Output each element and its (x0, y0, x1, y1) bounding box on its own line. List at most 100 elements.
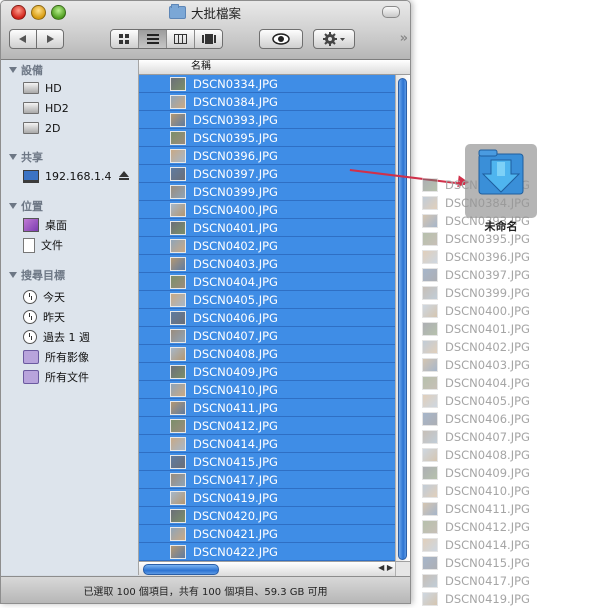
file-row[interactable]: DSCN0421.JPG (139, 525, 395, 543)
name-column-header[interactable]: 名稱 (139, 60, 410, 75)
sidebar-item-all-documents[interactable]: 所有文件 (23, 368, 135, 386)
dragged-file-row: DSCN0412.JPG (420, 518, 590, 536)
file-name: DSCN0399.JPG (193, 184, 278, 199)
sidebar-section-shared[interactable]: 共享 (9, 149, 43, 165)
file-row[interactable]: DSCN0408.JPG (139, 345, 395, 363)
file-row[interactable]: DSCN0400.JPG (139, 201, 395, 219)
column-view-button[interactable] (167, 30, 195, 48)
sidebar-item-label: 今天 (43, 291, 65, 304)
file-row[interactable]: DSCN0393.JPG (139, 111, 395, 129)
coverflow-view-button[interactable] (195, 30, 222, 48)
sidebar-item-2d[interactable]: 2D (23, 119, 135, 137)
sidebar-item-yesterday[interactable]: 昨天 (23, 308, 135, 326)
file-name: DSCN0415.JPG (193, 454, 278, 469)
dragged-file-row: DSCN0407.JPG (420, 428, 590, 446)
section-title: 位置 (21, 200, 43, 213)
drag-ghost-list: DSCN0334.JPGDSCN0384.JPGDSCN0393.JPGDSCN… (420, 176, 590, 608)
file-row[interactable]: DSCN0404.JPG (139, 273, 395, 291)
image-thumbnail-icon (422, 520, 438, 534)
file-row[interactable]: DSCN0422.JPG (139, 543, 395, 561)
dragged-file-row: DSCN0415.JPG (420, 554, 590, 572)
toolbar-toggle-button[interactable] (382, 6, 400, 18)
drop-target-folder[interactable]: 未命名 (465, 144, 537, 233)
quick-look-button[interactable] (259, 29, 303, 49)
file-row[interactable]: DSCN0405.JPG (139, 291, 395, 309)
eject-icon[interactable] (119, 171, 129, 180)
sidebar-item-desktop[interactable]: 桌面 (23, 216, 135, 234)
horizontal-scrollbar[interactable]: ◀ ▶ (139, 561, 410, 576)
zoom-window-button[interactable] (51, 5, 66, 20)
image-thumbnail-icon (422, 592, 438, 606)
icon-view-button[interactable] (111, 30, 139, 48)
file-row[interactable]: DSCN0411.JPG (139, 399, 395, 417)
file-row[interactable]: DSCN0415.JPG (139, 453, 395, 471)
forward-button[interactable] (36, 29, 64, 49)
file-row[interactable]: DSCN0414.JPG (139, 435, 395, 453)
file-row[interactable]: DSCN0395.JPG (139, 129, 395, 147)
sidebar-section-devices[interactable]: 設備 (9, 62, 43, 78)
image-thumbnail-icon (422, 304, 438, 318)
file-row[interactable]: DSCN0334.JPG (139, 75, 395, 93)
file-row[interactable]: DSCN0384.JPG (139, 93, 395, 111)
file-row[interactable]: DSCN0410.JPG (139, 381, 395, 399)
dragged-file-name: DSCN0403.JPG (445, 358, 530, 372)
image-thumbnail-icon (422, 448, 438, 462)
eye-icon (272, 33, 290, 45)
sidebar-item-hd2[interactable]: HD2 (23, 99, 135, 117)
vertical-scroll-thumb[interactable] (398, 78, 407, 560)
back-button[interactable] (9, 29, 37, 49)
file-row[interactable]: DSCN0396.JPG (139, 147, 395, 165)
file-row[interactable]: DSCN0401.JPG (139, 219, 395, 237)
file-row[interactable]: DSCN0402.JPG (139, 237, 395, 255)
sidebar-item-today[interactable]: 今天 (23, 288, 135, 306)
image-thumbnail-icon (170, 112, 186, 127)
image-thumbnail-icon (170, 274, 186, 289)
file-row[interactable]: DSCN0417.JPG (139, 471, 395, 489)
list-view-button[interactable] (139, 30, 167, 48)
disk-icon (23, 122, 39, 134)
image-thumbnail-icon (170, 472, 186, 487)
scroll-arrows[interactable]: ◀ ▶ (378, 563, 393, 572)
sidebar-item-server[interactable]: 192.168.1.4 (23, 167, 135, 185)
column-header-label: 名稱 (191, 61, 211, 72)
resize-grip[interactable] (395, 562, 410, 576)
file-name: DSCN0414.JPG (193, 436, 278, 451)
smart-folder-icon (23, 370, 39, 384)
file-row[interactable]: DSCN0397.JPG (139, 165, 395, 183)
file-name: DSCN0400.JPG (193, 202, 278, 217)
file-row[interactable]: DSCN0406.JPG (139, 309, 395, 327)
file-name: DSCN0409.JPG (193, 364, 278, 379)
file-list: 名稱 DSCN0334.JPG DSCN0384.JPG DSCN0393.JPG D… (139, 60, 410, 561)
file-row[interactable]: DSCN0403.JPG (139, 255, 395, 273)
document-icon (23, 237, 35, 253)
image-thumbnail-icon (170, 418, 186, 433)
toolbar-overflow-button[interactable]: » (400, 31, 409, 46)
image-thumbnail-icon (170, 436, 186, 451)
window-title-text: 大批檔案 (191, 5, 242, 21)
sidebar-item-hd[interactable]: HD (23, 79, 135, 97)
file-row[interactable]: DSCN0412.JPG (139, 417, 395, 435)
file-row[interactable]: DSCN0407.JPG (139, 327, 395, 345)
sidebar-item-all-images[interactable]: 所有影像 (23, 348, 135, 366)
file-row[interactable]: DSCN0419.JPG (139, 489, 395, 507)
file-row[interactable]: DSCN0420.JPG (139, 507, 395, 525)
file-row[interactable]: DSCN0409.JPG (139, 363, 395, 381)
file-name: DSCN0417.JPG (193, 472, 278, 487)
action-menu-button[interactable] (313, 29, 355, 49)
file-name: DSCN0420.JPG (193, 508, 278, 523)
drop-target-label: 未命名 (484, 220, 518, 233)
sidebar-item-label: 所有影像 (45, 351, 89, 364)
sidebar-item-label: HD2 (45, 101, 69, 115)
close-window-button[interactable] (11, 5, 26, 20)
sidebar-section-search[interactable]: 搜尋目標 (9, 267, 65, 283)
image-thumbnail-icon (170, 364, 186, 379)
minimize-window-button[interactable] (31, 5, 46, 20)
horizontal-scroll-thumb[interactable] (143, 564, 219, 575)
dragged-file-name: DSCN0411.JPG (445, 502, 530, 516)
file-row[interactable]: DSCN0399.JPG (139, 183, 395, 201)
sidebar-item-label: 昨天 (43, 311, 65, 324)
sidebar-section-places[interactable]: 位置 (9, 198, 43, 214)
sidebar-item-past-week[interactable]: 過去 1 週 (23, 328, 135, 346)
vertical-scrollbar[interactable] (395, 75, 410, 561)
sidebar-item-documents[interactable]: 文件 (23, 236, 135, 254)
